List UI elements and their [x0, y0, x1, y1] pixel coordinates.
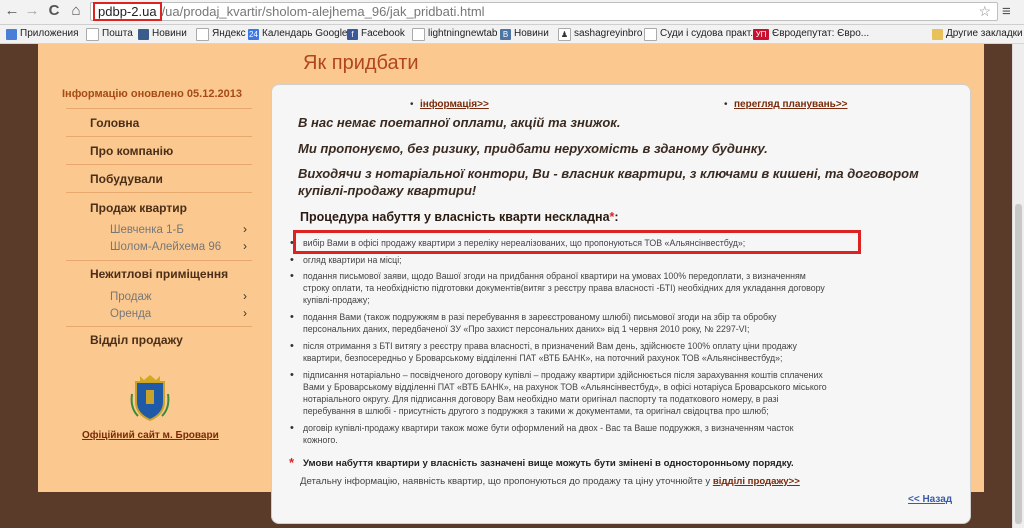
url-host: pdbp-2.ua: [93, 2, 162, 21]
bullet: •: [410, 99, 414, 110]
list-item: після отримання з БТІ витягу з реєстру п…: [303, 341, 797, 351]
sidebar-subitem-rent[interactable]: Оренда: [110, 308, 151, 320]
sidebar-subitem-sale[interactable]: Продаж: [110, 291, 152, 303]
bullet: •: [290, 422, 294, 434]
bookmark-star-icon[interactable]: ☆: [978, 3, 991, 20]
page-icon: [644, 27, 657, 41]
bullet: •: [290, 311, 294, 323]
conditions-note: Умови набуття квартири у власність зазна…: [303, 458, 794, 469]
chevron-right-icon: ›: [243, 239, 247, 253]
sidebar-item-sales-office[interactable]: Відділ продажу: [90, 333, 183, 347]
scrollbar-thumb[interactable]: [1015, 204, 1022, 524]
address-bar[interactable]: pdbp-2.ua/ua/prodaj_kvartir/sholom-alejh…: [90, 2, 998, 21]
info-link[interactable]: інформація>>: [420, 99, 489, 110]
up-icon: УП: [753, 28, 769, 40]
calendar-icon: 24: [248, 28, 259, 40]
scrollbar[interactable]: [1012, 44, 1024, 528]
bookmark-apps[interactable]: Приложения: [6, 25, 79, 43]
bullet: •: [290, 369, 294, 381]
bullet: •: [290, 340, 294, 352]
list-item: перебування в шлюбі - присутність другог…: [303, 406, 769, 416]
home-icon[interactable]: ⌂: [68, 3, 84, 19]
update-date: Інформацію оновлено 05.12.2013: [62, 88, 242, 100]
bullet: •: [290, 254, 294, 266]
person-icon: ♟: [558, 27, 571, 41]
bookmark-item[interactable]: Яндекс: [196, 25, 246, 43]
list-item: купівлі-продажу;: [303, 295, 370, 305]
page-icon: [86, 27, 99, 41]
bookmark-item[interactable]: f Facebook: [347, 25, 405, 43]
sidebar-item-apartments[interactable]: Продаж квартир: [90, 201, 187, 215]
city-site-link[interactable]: Офіційний сайт м. Бровари: [82, 430, 219, 441]
plans-link[interactable]: перегляд планувань>>: [734, 99, 848, 110]
news-icon: [138, 28, 149, 40]
folder-icon: [932, 28, 943, 40]
bookmark-other[interactable]: Другие закладки: [932, 25, 1023, 43]
paragraph-owner-line2: купівлі-продажу квартири!: [298, 183, 477, 198]
divider: [66, 108, 252, 109]
bookmark-item[interactable]: УП Євродепутат: Євро...: [753, 25, 869, 43]
list-item: квартири, безпосередньо у Броварському в…: [303, 353, 783, 363]
sidebar-subitem-shevchenka[interactable]: Шевченка 1-Б: [110, 224, 184, 236]
list-item: нотаріального округу. Для підписання дог…: [303, 394, 779, 404]
url-path: /ua/prodaj_kvartir/sholom-alejhema_96/ja…: [161, 4, 485, 19]
list-item: подання письмової заяви, щодо Вашої згод…: [303, 271, 806, 281]
bookmark-item[interactable]: B Новини: [500, 25, 549, 43]
bookmark-item[interactable]: 24 Календарь Google: [248, 25, 348, 43]
bullet: •: [724, 99, 728, 110]
paragraph-no-installments: В нас немає поетапної оплати, акцій та з…: [298, 115, 621, 130]
forward-icon[interactable]: →: [24, 3, 40, 19]
chevron-right-icon: ›: [243, 289, 247, 303]
list-item: Вами у Броварському відділенні ПАТ «ВТБ …: [303, 382, 827, 392]
back-icon[interactable]: ←: [4, 3, 20, 19]
browser-toolbar: ← → C ⌂ pdbp-2.ua/ua/prodaj_kvartir/shol…: [0, 0, 1024, 25]
list-item: огляд квартири на місці;: [303, 255, 402, 265]
back-link[interactable]: << Назад: [908, 494, 952, 505]
sales-office-link[interactable]: відділі продажу>>: [713, 476, 800, 487]
vk-icon: B: [500, 28, 511, 40]
page-title: Як придбати: [303, 52, 419, 74]
bookmarks-bar: Приложения Пошта Новини Яндекс 24 Календа…: [0, 25, 1024, 44]
browser-menu-icon[interactable]: ≡: [1002, 3, 1011, 20]
sidebar-item-built[interactable]: Побудували: [90, 172, 163, 186]
asterisk: *: [289, 455, 295, 470]
divider: [66, 260, 252, 261]
divider: [66, 164, 252, 165]
sidebar-item-about[interactable]: Про компанію: [90, 144, 173, 158]
page-icon: [196, 27, 209, 41]
apps-icon: [6, 28, 17, 40]
city-crest-icon[interactable]: [130, 374, 170, 422]
chevron-right-icon: ›: [243, 306, 247, 320]
sidebar-item-nonresidential[interactable]: Нежитлові приміщення: [90, 267, 228, 281]
facebook-icon: f: [347, 28, 358, 40]
bookmark-item[interactable]: ♟ sashagreyinbro: [558, 25, 642, 43]
divider: [66, 192, 252, 193]
highlight-box: [293, 230, 861, 254]
procedure-title: Процедура набуття у власність кварти нес…: [300, 210, 619, 224]
reload-icon[interactable]: C: [46, 3, 62, 19]
bookmark-item[interactable]: Пошта: [86, 25, 133, 43]
page-icon: [412, 27, 425, 41]
paragraph-owner-line1: Виходячи з нотаріальної контори, Ви - вл…: [298, 166, 919, 181]
divider: [66, 136, 252, 137]
sidebar-subitem-sholom[interactable]: Шолом-Алейхема 96: [110, 241, 221, 253]
list-item: підписання нотаріально – посвідченого до…: [303, 370, 823, 380]
sidebar-item-home[interactable]: Головна: [90, 116, 139, 130]
list-item: подання Вами (також подружжям в разі пер…: [303, 312, 777, 322]
paragraph-no-risk: Ми пропонуємо, без ризику, придбати неру…: [298, 141, 768, 156]
list-item: персональних даних, передбаченої ЗУ «Про…: [303, 324, 750, 334]
bookmark-item[interactable]: Новини: [138, 25, 187, 43]
chevron-right-icon: ›: [243, 222, 247, 236]
list-item: договір купівлі-продажу квартири також м…: [303, 423, 794, 433]
list-item: кожного.: [303, 435, 338, 445]
bullet: •: [290, 270, 294, 282]
detail-note: Детальну інформацію, наявність квартир, …: [300, 476, 800, 487]
divider: [66, 326, 252, 327]
bookmark-item[interactable]: lightningnewtab: [412, 25, 498, 43]
bookmark-item[interactable]: Суди і судова практ...: [644, 25, 759, 43]
list-item: строку оплати, та необхідністю підготовк…: [303, 283, 825, 293]
